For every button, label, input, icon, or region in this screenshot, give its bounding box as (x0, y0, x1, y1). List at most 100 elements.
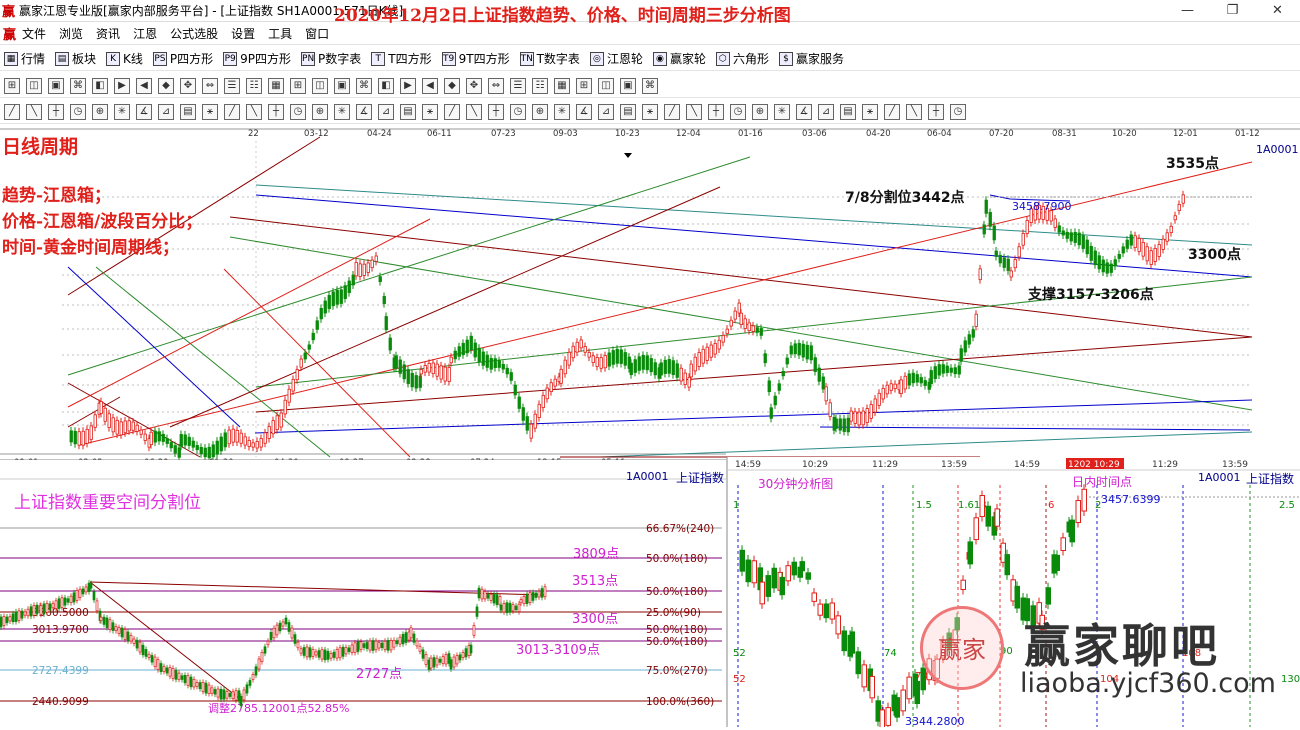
gann-tool-icon[interactable]: ∡ (796, 103, 812, 120)
gann-tool-icon[interactable]: ╱ (444, 103, 460, 120)
gann-tool-icon[interactable]: ╲ (246, 103, 262, 120)
toolbar-item-9p-square[interactable]: P9 9P四方形 (223, 50, 291, 67)
chart-tool-icon[interactable]: ⊞ (4, 77, 20, 94)
toolbar-item-p-number[interactable]: PN P数字表 (301, 50, 361, 67)
gann-tool-icon[interactable]: ╱ (4, 103, 20, 120)
chart-tool-icon[interactable]: ⊞ (290, 77, 306, 94)
toolbar-item-gann[interactable]: ◎ 江恩轮 (589, 50, 643, 67)
gann-tool-icon[interactable]: ▤ (840, 103, 856, 120)
gann-tool-icon[interactable]: ╱ (224, 103, 240, 120)
gann-tool-icon[interactable]: ∡ (356, 103, 372, 120)
gann-tool-icon[interactable]: ◷ (290, 103, 306, 120)
toolbar-item-winner-wheel[interactable]: ◉ 赢家轮 (652, 50, 706, 67)
gann-tool-icon[interactable]: ⊿ (598, 103, 614, 120)
gann-tool-icon[interactable]: ✳ (114, 103, 130, 120)
gann-tool-icon[interactable]: ✳ (334, 103, 350, 120)
candle (1113, 259, 1117, 267)
menu-formula[interactable]: 公式选股 (170, 25, 218, 42)
chart-tool-icon[interactable]: ⌘ (642, 77, 658, 94)
close-button[interactable]: ✕ (1255, 0, 1300, 22)
bl-candle (8, 616, 12, 622)
chart-tool-icon[interactable]: ▦ (554, 77, 570, 94)
menu-tools[interactable]: 工具 (268, 25, 292, 42)
chart-tool-icon[interactable]: ▶ (114, 77, 130, 94)
chart-tool-icon[interactable]: ◆ (158, 77, 174, 94)
chart-tool-icon[interactable]: ⌘ (356, 77, 372, 94)
gann-tool-icon[interactable]: ✳ (774, 103, 790, 120)
chart-tool-icon[interactable]: ◧ (378, 77, 394, 94)
chart-tool-icon[interactable]: ◀ (136, 77, 152, 94)
toolbar-item-p-square[interactable]: PS P四方形 (152, 50, 213, 67)
toolbar-item-grid[interactable]: ▦ 行情 (4, 50, 45, 67)
gann-tool-icon[interactable]: ∡ (136, 103, 152, 120)
menu-settings[interactable]: 设置 (231, 25, 255, 42)
minimize-button[interactable]: — (1165, 0, 1210, 22)
gann-tool-icon[interactable]: ⚹ (862, 103, 878, 120)
gann-tool-icon[interactable]: ▤ (400, 103, 416, 120)
gann-tool-icon[interactable]: ∡ (576, 103, 592, 120)
gann-tool-icon[interactable]: ✳ (554, 103, 570, 120)
menu-gann[interactable]: 江恩 (133, 25, 157, 42)
gann-tool-icon[interactable]: ⊕ (752, 103, 768, 120)
gann-tool-icon[interactable]: ╲ (686, 103, 702, 120)
gann-tool-icon[interactable]: ◷ (950, 103, 966, 120)
gann-tool-icon[interactable]: ◷ (510, 103, 526, 120)
chart-tool-icon[interactable]: ☷ (532, 77, 548, 94)
gann-tool-icon[interactable]: ╱ (884, 103, 900, 120)
chart-tool-icon[interactable]: ▦ (268, 77, 284, 94)
gann-tool-icon[interactable]: ⊕ (532, 103, 548, 120)
gann-tool-icon[interactable]: ╱ (664, 103, 680, 120)
menu-info[interactable]: 资讯 (96, 25, 120, 42)
chart-tool-icon[interactable]: ☰ (510, 77, 526, 94)
menu-browse[interactable]: 浏览 (59, 25, 83, 42)
gann-tool-icon[interactable]: ╲ (906, 103, 922, 120)
toolbar-item-dollar[interactable]: $ 赢家服务 (778, 50, 844, 67)
toolbar-item-t-number[interactable]: TN T数字表 (519, 50, 580, 67)
chart-tool-icon[interactable]: ◫ (598, 77, 614, 94)
chart-tool-icon[interactable]: ◆ (444, 77, 460, 94)
gann-tool-icon[interactable]: ⚹ (202, 103, 218, 120)
gann-tool-icon[interactable]: ┼ (488, 103, 504, 120)
toolbar-item-hexagon[interactable]: ⬡ 六角形 (715, 50, 769, 67)
menu-window[interactable]: 窗口 (305, 25, 329, 42)
gann-tool-icon[interactable]: ┼ (708, 103, 724, 120)
menu-file[interactable]: 文件 (22, 25, 46, 42)
chart-tool-icon[interactable]: ▶ (400, 77, 416, 94)
gann-tool-icon[interactable]: ┼ (928, 103, 944, 120)
chart-tool-icon[interactable]: ⇔ (202, 77, 218, 94)
gann-tool-icon[interactable]: ⊿ (818, 103, 834, 120)
gann-tool-icon[interactable]: ▤ (180, 103, 196, 120)
chart-tool-icon[interactable]: ▣ (620, 77, 636, 94)
chart-tool-icon[interactable]: ◫ (312, 77, 328, 94)
toolbar-item-block[interactable]: ▤ 板块 (55, 50, 96, 67)
chart-tool-icon[interactable]: ◧ (92, 77, 108, 94)
chart-tool-icon[interactable]: ◫ (26, 77, 42, 94)
gann-tool-icon[interactable]: ⊿ (158, 103, 174, 120)
chart-tool-icon[interactable]: ⇔ (488, 77, 504, 94)
gann-tool-icon[interactable]: ⊕ (312, 103, 328, 120)
chart-tool-icon[interactable]: ☰ (224, 77, 240, 94)
gann-tool-icon[interactable]: ┼ (48, 103, 64, 120)
chart-tool-icon[interactable]: ✥ (466, 77, 482, 94)
chart-tool-icon[interactable]: ✥ (180, 77, 196, 94)
gann-tool-icon[interactable]: ⚹ (642, 103, 658, 120)
toolbar-item-t-square[interactable]: T T四方形 (371, 50, 432, 67)
chart-tool-icon[interactable]: ◀ (422, 77, 438, 94)
gann-tool-icon[interactable]: ⊕ (92, 103, 108, 120)
gann-tool-icon[interactable]: ▤ (620, 103, 636, 120)
toolbar-item-kline[interactable]: K K线 (106, 50, 143, 67)
chart-tool-icon[interactable]: ⌘ (70, 77, 86, 94)
chart-tool-icon[interactable]: ▣ (334, 77, 350, 94)
gann-tool-icon[interactable]: ┼ (268, 103, 284, 120)
gann-tool-icon[interactable]: ⚹ (422, 103, 438, 120)
gann-tool-icon[interactable]: ╲ (26, 103, 42, 120)
gann-tool-icon[interactable]: ◷ (70, 103, 86, 120)
gann-tool-icon[interactable]: ◷ (730, 103, 746, 120)
gann-tool-icon[interactable]: ╲ (466, 103, 482, 120)
chart-tool-icon[interactable]: ☷ (246, 77, 262, 94)
gann-tool-icon[interactable]: ⊿ (378, 103, 394, 120)
chart-tool-icon[interactable]: ⊞ (576, 77, 592, 94)
chart-tool-icon[interactable]: ▣ (48, 77, 64, 94)
restore-button[interactable]: ❐ (1210, 0, 1255, 22)
toolbar-item-9t-square[interactable]: T9 9T四方形 (441, 50, 510, 67)
